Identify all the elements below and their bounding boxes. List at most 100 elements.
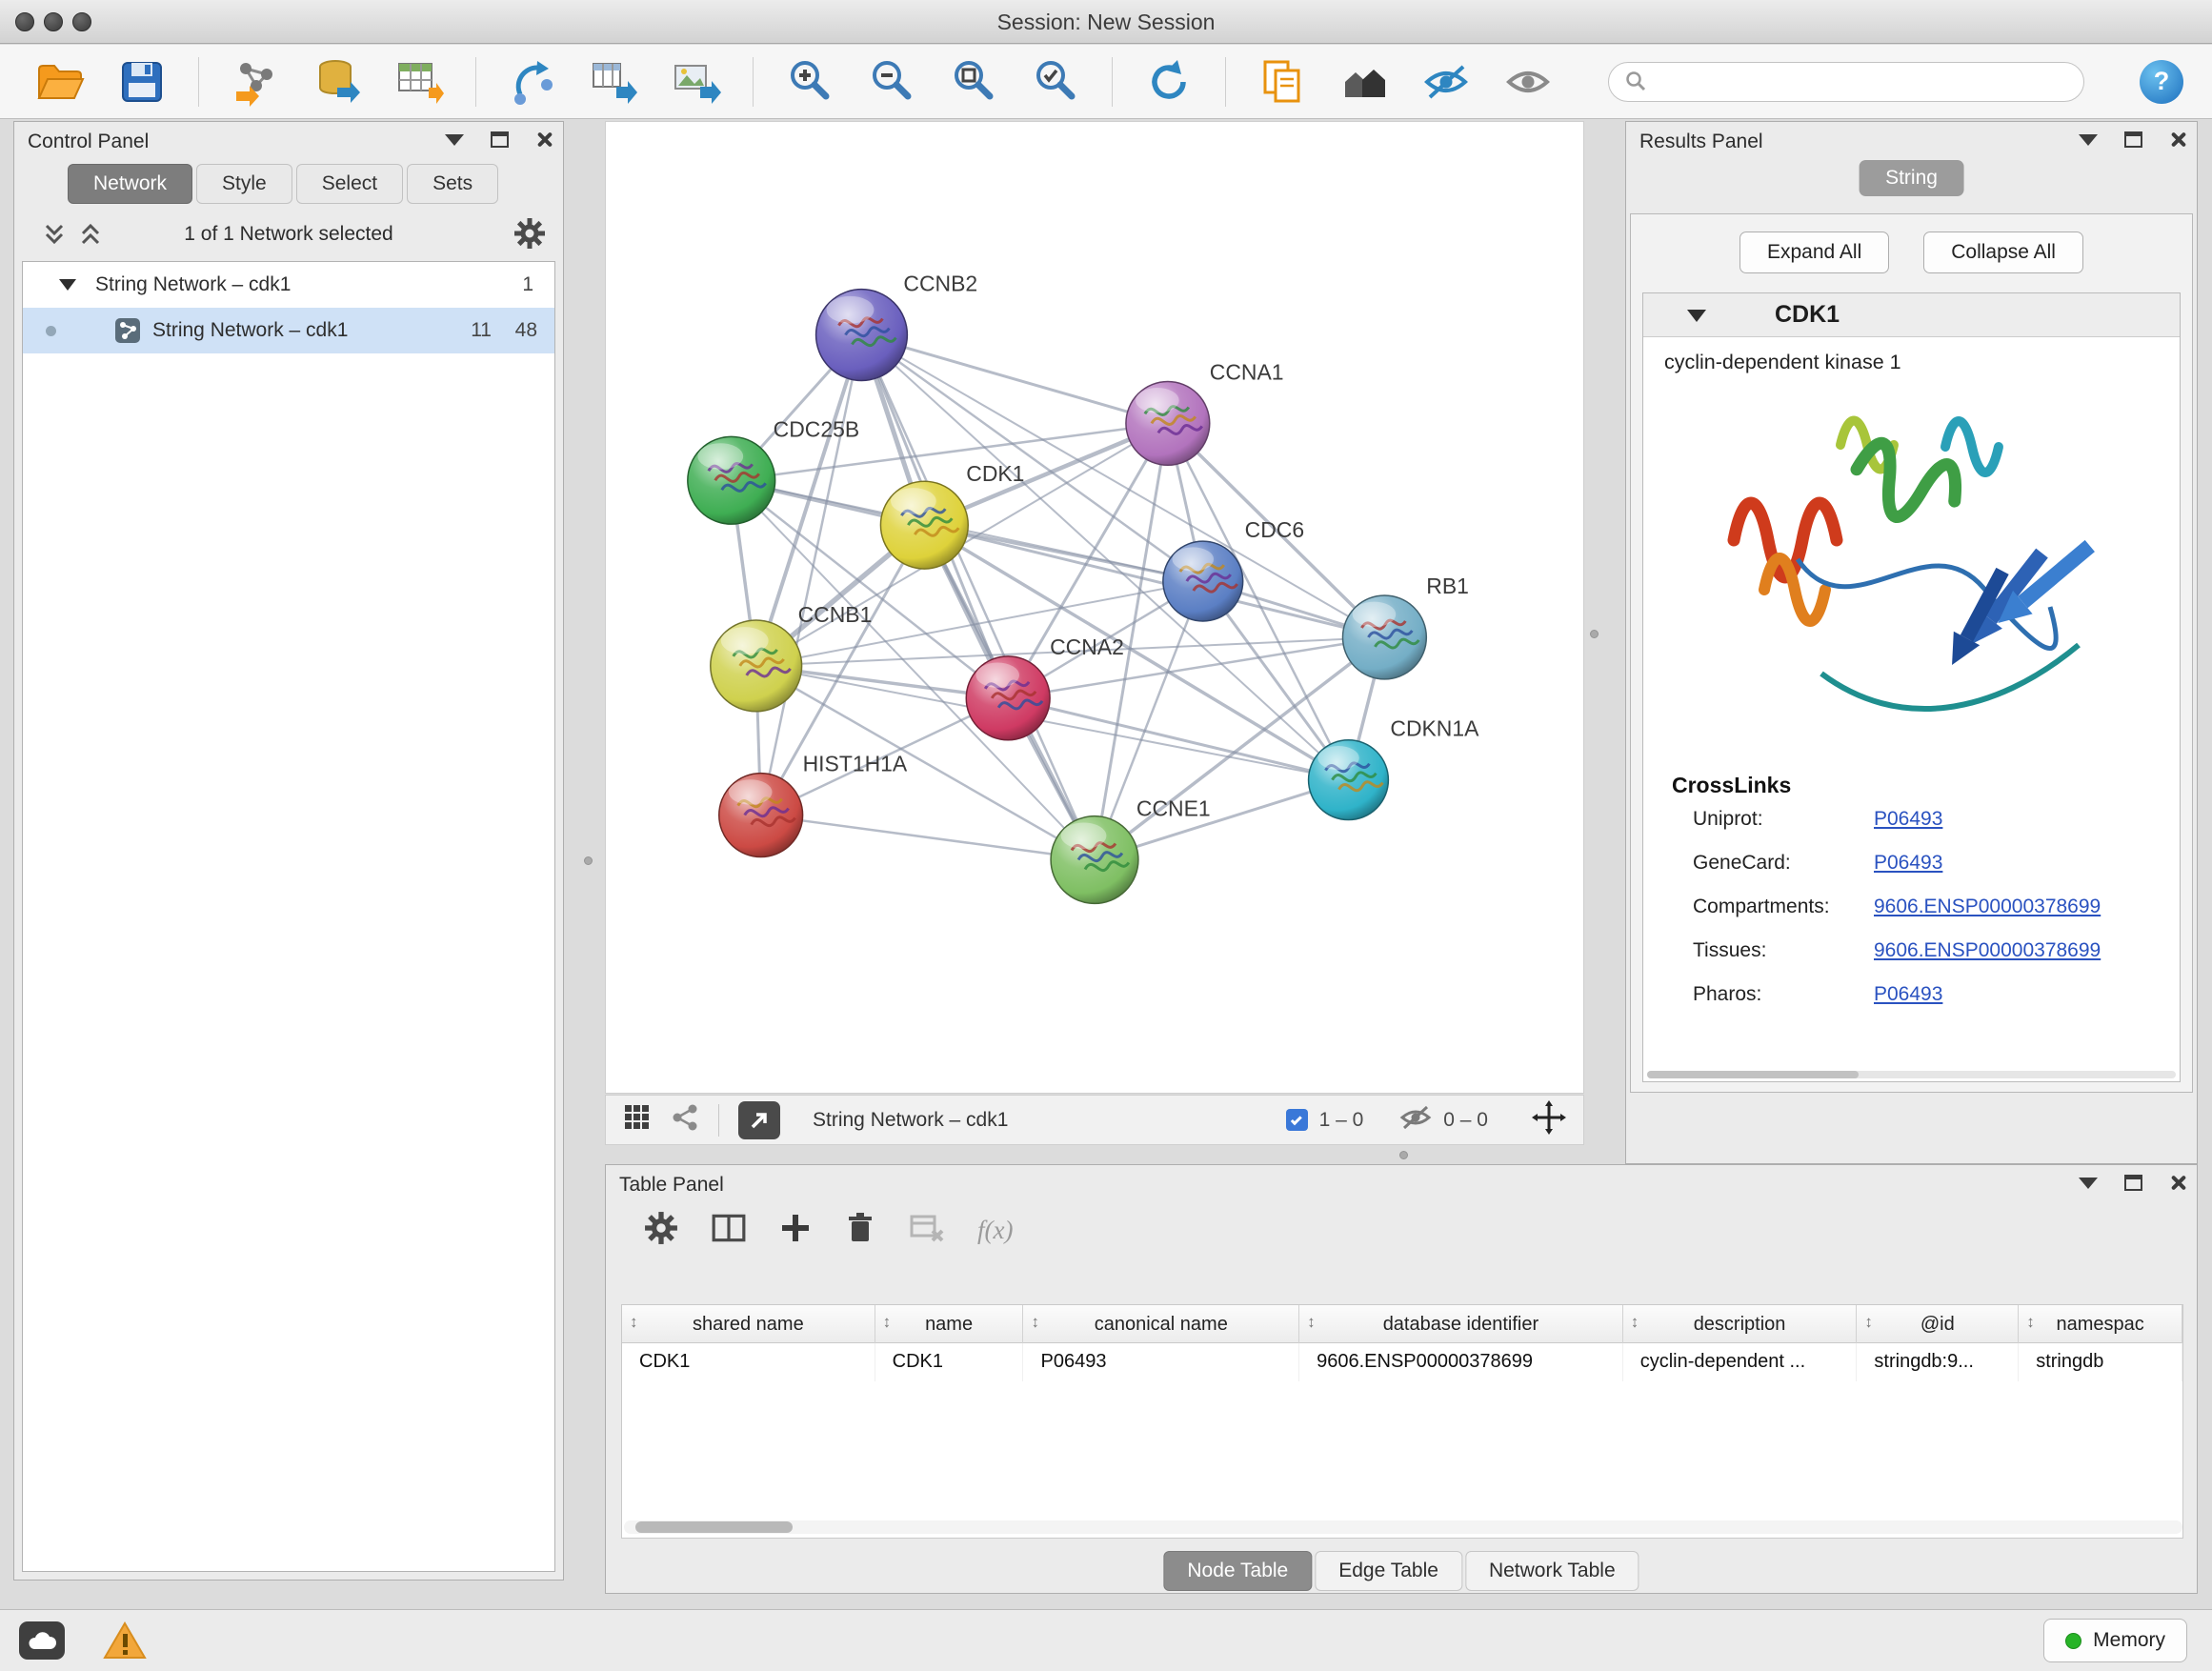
panel-menu-icon[interactable] [2079, 1178, 2098, 1189]
node-CDC25B[interactable] [688, 436, 775, 524]
crosslink-link[interactable]: P06493 [1874, 983, 1942, 1006]
add-column-icon[interactable] [779, 1212, 812, 1249]
network-collection-row[interactable]: String Network – cdk1 1 [23, 262, 554, 308]
selected-checkbox-icon[interactable] [1286, 1109, 1308, 1131]
show-all-button[interactable] [1502, 56, 1554, 108]
splitter-handle[interactable] [584, 856, 593, 865]
table-cell[interactable]: 9606.ENSP00000378699 [1299, 1343, 1623, 1381]
tab-select[interactable]: Select [296, 164, 403, 204]
crosslink-link[interactable]: 9606.ENSP00000378699 [1874, 939, 2101, 962]
memory-button[interactable]: Memory [2043, 1619, 2187, 1662]
import-network-database-button[interactable] [312, 56, 363, 108]
gene-card-header[interactable]: CDK1 [1643, 293, 2180, 337]
network-options-gear-icon[interactable] [513, 217, 546, 254]
float-panel-icon[interactable] [2124, 1175, 2142, 1191]
collapse-gene-caret-icon[interactable] [1687, 310, 1706, 322]
tab-network[interactable]: Network [68, 164, 192, 204]
sort-icon[interactable]: ↕ [630, 1313, 638, 1332]
open-session-button[interactable] [34, 56, 86, 108]
tab-string[interactable]: String [1859, 160, 1964, 196]
node-CDC6[interactable] [1163, 541, 1243, 621]
column-header-@id[interactable]: ↕ @id [1857, 1305, 2019, 1343]
results-scrollbar[interactable] [1647, 1071, 2176, 1078]
help-button[interactable]: ? [2140, 60, 2183, 104]
function-builder-icon[interactable]: f(x) [977, 1216, 1013, 1245]
splitter-handle[interactable] [1590, 630, 1599, 638]
node-CCNA2[interactable] [966, 656, 1050, 740]
cloud-button[interactable] [19, 1621, 65, 1660]
network-row-selected[interactable]: String Network – cdk1 11 48 [23, 308, 554, 353]
table-row[interactable]: CDK1CDK1P064939606.ENSP00000378699cyclin… [622, 1343, 2182, 1381]
node-RB1[interactable] [1342, 595, 1426, 679]
tab-sets[interactable]: Sets [407, 164, 498, 204]
float-panel-icon[interactable] [491, 131, 509, 148]
compare-sessions-button[interactable] [1257, 56, 1308, 108]
hide-selected-button[interactable] [1420, 56, 1472, 108]
import-table-button[interactable] [393, 56, 445, 108]
column-header-canonical-name[interactable]: ↕ canonical name [1023, 1305, 1299, 1343]
tab-edge-table[interactable]: Edge Table [1315, 1551, 1462, 1591]
update-network-button[interactable] [1143, 56, 1195, 108]
node-CDKN1A[interactable] [1309, 740, 1389, 820]
hidden-eye-slash-icon[interactable] [1399, 1104, 1432, 1136]
network-graph[interactable]: CCNB2CCNA1CDC25BCDK1CDC6RB1CCNB1CCNA2CDK… [606, 122, 1583, 1093]
sort-icon[interactable]: ↕ [1864, 1313, 1873, 1332]
import-network-file-button[interactable] [230, 56, 281, 108]
table-cell[interactable]: P06493 [1023, 1343, 1299, 1381]
sort-icon[interactable]: ↕ [883, 1313, 892, 1332]
edge-CCNB2-HIST1H1A[interactable] [761, 335, 862, 815]
table-horizontal-scrollbar[interactable] [624, 1520, 2182, 1534]
collection-expand-caret-icon[interactable] [59, 279, 76, 291]
panel-menu-icon[interactable] [445, 134, 464, 146]
tab-node-table[interactable]: Node Table [1163, 1551, 1312, 1591]
delete-column-trash-icon[interactable] [844, 1211, 876, 1250]
edge-HIST1H1A-CCNE1[interactable] [761, 815, 1095, 860]
search-input[interactable] [1657, 70, 2066, 92]
delete-table-icon[interactable] [909, 1212, 945, 1249]
sort-icon[interactable]: ↕ [2026, 1313, 2035, 1332]
zoom-out-button[interactable] [866, 56, 917, 108]
crosslink-link[interactable]: P06493 [1874, 808, 1942, 831]
float-panel-icon[interactable] [2124, 131, 2142, 148]
zoom-in-button[interactable] [784, 56, 835, 108]
close-panel-icon[interactable] [2169, 131, 2187, 149]
splitter-handle[interactable] [1399, 1151, 1408, 1159]
close-panel-icon[interactable] [535, 131, 553, 149]
grid-mode-icon[interactable] [623, 1103, 652, 1137]
node-CCNE1[interactable] [1051, 816, 1138, 904]
collapse-all-button[interactable]: Collapse All [1923, 232, 2083, 273]
share-network-icon[interactable] [671, 1103, 699, 1137]
edge-CCNB2-CCNE1[interactable] [861, 335, 1095, 860]
column-header-name[interactable]: ↕ name [875, 1305, 1024, 1343]
table-options-gear-icon[interactable] [644, 1211, 678, 1250]
panel-menu-icon[interactable] [2079, 134, 2098, 146]
toolbar-search[interactable] [1608, 62, 2084, 102]
node-CCNB2[interactable] [816, 290, 908, 381]
table-cell[interactable]: cyclin-dependent ... [1623, 1343, 1858, 1381]
column-header-description[interactable]: ↕ description [1623, 1305, 1858, 1343]
birdseye-home-button[interactable] [1338, 56, 1390, 108]
new-network-from-selection-button[interactable] [589, 56, 640, 108]
crosslink-link[interactable]: 9606.ENSP00000378699 [1874, 896, 2101, 918]
pan-crosshair-icon[interactable] [1532, 1100, 1566, 1139]
node-CCNB1[interactable] [711, 620, 802, 712]
network-tools-button[interactable] [507, 56, 558, 108]
birdseye-view-button[interactable] [738, 1101, 780, 1139]
expand-all-button[interactable]: Expand All [1739, 232, 1889, 273]
zoom-fit-button[interactable] [948, 56, 999, 108]
node-CDK1[interactable] [880, 481, 968, 569]
node-CCNA1[interactable] [1126, 381, 1210, 465]
sort-icon[interactable]: ↕ [1031, 1313, 1039, 1332]
table-cell[interactable]: CDK1 [875, 1343, 1024, 1381]
column-header-database-identifier[interactable]: ↕ database identifier [1299, 1305, 1623, 1343]
sort-icon[interactable]: ↕ [1631, 1313, 1639, 1332]
column-header-shared-name[interactable]: ↕ shared name [622, 1305, 875, 1343]
sort-icon[interactable]: ↕ [1307, 1313, 1316, 1332]
column-header-namespac[interactable]: ↕ namespac [2019, 1305, 2182, 1343]
tab-style[interactable]: Style [196, 164, 292, 204]
node-HIST1H1A[interactable] [719, 774, 803, 857]
export-image-button[interactable] [671, 56, 722, 108]
show-columns-icon[interactable] [711, 1211, 747, 1250]
table-cell[interactable]: CDK1 [622, 1343, 875, 1381]
network-canvas[interactable]: CCNB2CCNA1CDC25BCDK1CDC6RB1CCNB1CCNA2CDK… [605, 121, 1584, 1094]
